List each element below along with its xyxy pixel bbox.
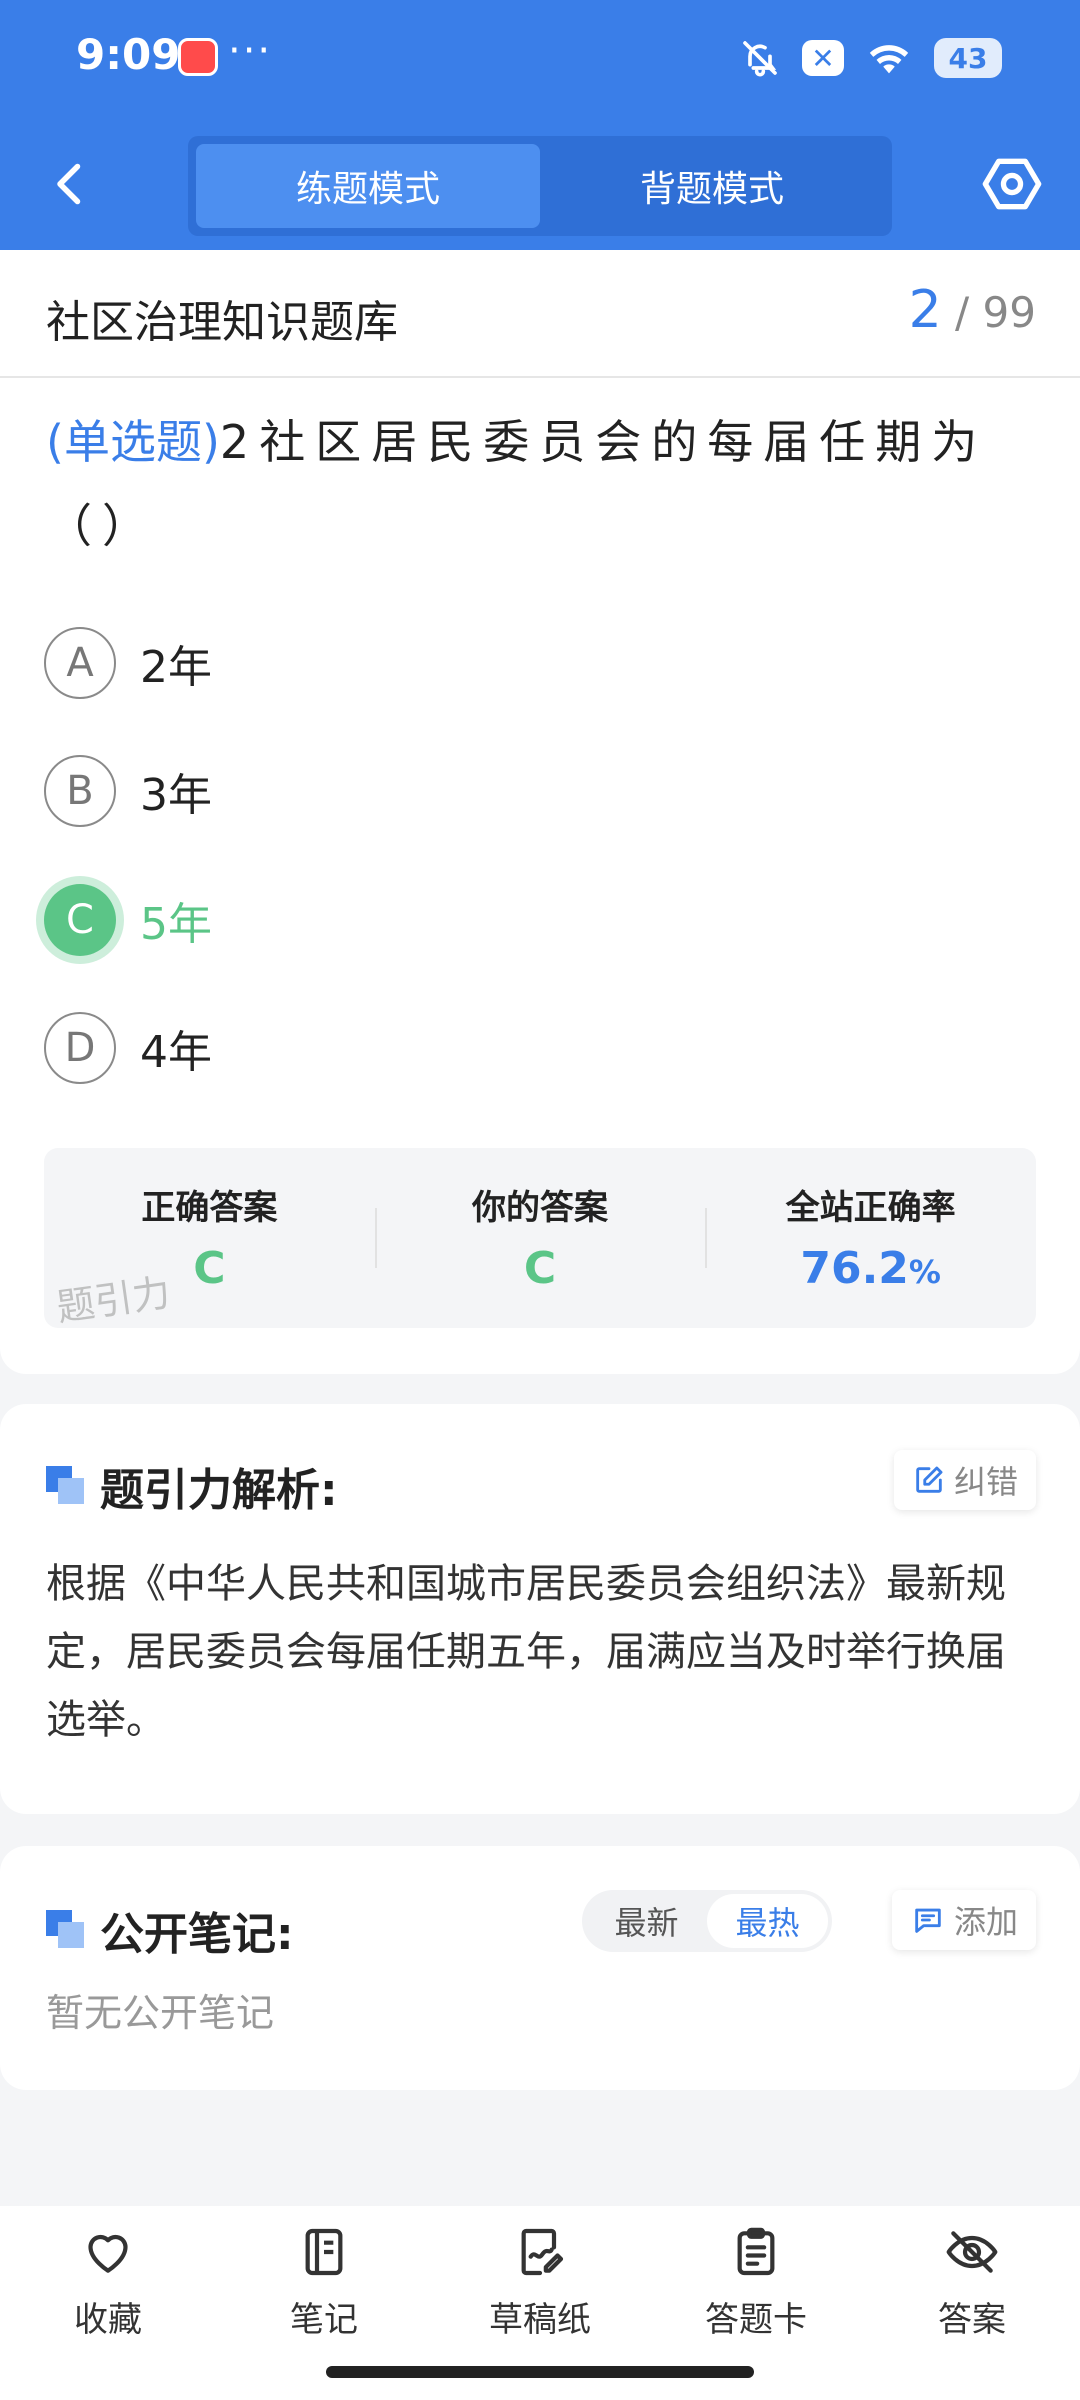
option-b[interactable]: B 3年	[44, 753, 212, 829]
notes-sort-toggle: 最新 最热	[582, 1890, 832, 1952]
battery-indicator: 43	[934, 38, 1002, 78]
answer-stats-panel: 正确答案 C 你的答案 C 全站正确率 76.2% 题引力	[44, 1148, 1036, 1330]
comment-icon	[915, 1908, 941, 1933]
status-time: 9:09	[76, 30, 181, 79]
show-answer-tab[interactable]: 答案	[864, 2224, 1080, 2346]
question-number: 2	[219, 415, 260, 469]
home-indicator[interactable]	[326, 2366, 754, 2378]
question-card: 社区治理知识题库 2 / 99 (单选题)2社区居民委员会的每届任期为（） A …	[0, 250, 1080, 1374]
status-bar: 9:09 ··· ✕ 43	[0, 0, 1080, 120]
question-bank-header: 社区治理知识题库 2 / 99	[0, 250, 1080, 378]
favorite-tab[interactable]: 收藏	[0, 2224, 216, 2346]
add-note-button[interactable]: 添加	[891, 1890, 1036, 1950]
x-app-icon: ✕	[802, 40, 844, 76]
question-bank-title: 社区治理知识题库	[46, 297, 398, 348]
question-type: (单选题)	[46, 415, 220, 469]
report-error-button[interactable]: 纠错	[893, 1450, 1036, 1510]
current-question-number: 2	[908, 280, 942, 340]
option-d[interactable]: D 4年	[44, 1010, 212, 1086]
answer-sheet-icon	[737, 2227, 775, 2276]
status-icons: ✕ 43	[740, 36, 1002, 80]
option-text: 5年	[140, 899, 212, 950]
accuracy-rate-number: 76.2	[800, 1243, 909, 1294]
notebook-icon	[305, 2228, 343, 2276]
edit-icon	[916, 1466, 943, 1493]
back-arrow-icon[interactable]	[40, 154, 100, 214]
accuracy-rate-value: 76.2%	[705, 1243, 1036, 1294]
more-notifications-icon: ···	[228, 28, 273, 74]
question-stem: (单选题)2社区居民委员会的每届任期为（）	[46, 400, 1036, 568]
public-notes-card: 公开笔记: 最新 最热 添加 暂无公开笔记	[0, 1846, 1080, 2090]
accuracy-rate-label: 全站正确率	[785, 1188, 956, 1228]
counter-separator: /	[955, 288, 970, 337]
tab-practice-mode[interactable]: 练题模式	[196, 144, 540, 228]
app-notification-icon	[178, 38, 218, 76]
correct-answer-label: 正确答案	[141, 1188, 278, 1228]
heart-icon	[88, 2234, 128, 2273]
draft-paper-label: 草稿纸	[489, 2300, 591, 2340]
analysis-card: 题引力解析: 纠错 根据《中华人民共和国城市居民委员会组织法》最新规定，居民委员…	[0, 1404, 1080, 1814]
bottom-toolbar: 收藏 笔记 草稿纸 答题卡 答案	[0, 2206, 1080, 2400]
option-c[interactable]: C 5年	[44, 882, 212, 958]
notes-header: 公开笔记:	[46, 1898, 294, 1962]
option-letter: D	[44, 1012, 116, 1084]
draft-paper-tab[interactable]: 草稿纸	[432, 2224, 648, 2346]
section-square-icon	[46, 1910, 86, 1950]
option-text: 4年	[140, 1027, 212, 1078]
nav-bar: 练题模式 背题模式	[0, 130, 1080, 240]
draft-paper-icon	[521, 2228, 564, 2276]
option-text: 3年	[140, 770, 212, 821]
accuracy-rate-unit: %	[908, 1253, 941, 1291]
option-letter: A	[44, 627, 116, 699]
header-bar: 9:09 ··· ✕ 43 练题模式 背题模式	[0, 0, 1080, 250]
sort-latest[interactable]: 最新	[586, 1894, 707, 1948]
add-note-label: 添加	[953, 1903, 1018, 1941]
show-answer-label: 答案	[938, 2300, 1006, 2340]
total-question-count: 99	[982, 288, 1036, 337]
analysis-header: 题引力解析:	[46, 1454, 338, 1518]
bell-off-icon	[743, 41, 777, 77]
your-answer-stat: 你的答案 C	[374, 1148, 706, 1328]
notes-label: 笔记	[290, 2300, 358, 2340]
answer-sheet-label: 答题卡	[705, 2300, 807, 2340]
option-text: 2年	[140, 642, 212, 693]
eye-off-icon	[946, 2231, 998, 2273]
wifi-icon	[869, 45, 909, 74]
answer-sheet-tab[interactable]: 答题卡	[648, 2224, 864, 2346]
settings-hexagon-icon[interactable]	[980, 152, 1044, 216]
sort-hottest[interactable]: 最热	[707, 1894, 828, 1948]
option-letter: C	[44, 884, 116, 956]
notes-tab[interactable]: 笔记	[216, 2224, 432, 2346]
analysis-text: 根据《中华人民共和国城市居民委员会组织法》最新规定，居民委员会每届任期五年，届满…	[46, 1561, 1006, 1743]
notes-title: 公开笔记:	[100, 1909, 294, 1960]
question-counter: 2 / 99	[909, 280, 1036, 340]
option-a[interactable]: A 2年	[44, 625, 212, 701]
mode-switch: 练题模式 背题模式	[188, 136, 892, 236]
favorite-label: 收藏	[74, 2300, 142, 2340]
no-notes-text: 暂无公开笔记	[46, 1991, 275, 2035]
analysis-title: 题引力解析:	[100, 1465, 338, 1516]
option-letter: B	[44, 755, 116, 827]
your-answer-label: 你的答案	[472, 1188, 608, 1228]
accuracy-rate-stat: 全站正确率 76.2%	[705, 1148, 1036, 1328]
your-answer-value: C	[523, 1243, 557, 1294]
tab-memorize-mode[interactable]: 背题模式	[540, 144, 884, 228]
report-error-label: 纠错	[953, 1463, 1018, 1501]
section-square-icon	[46, 1466, 86, 1506]
